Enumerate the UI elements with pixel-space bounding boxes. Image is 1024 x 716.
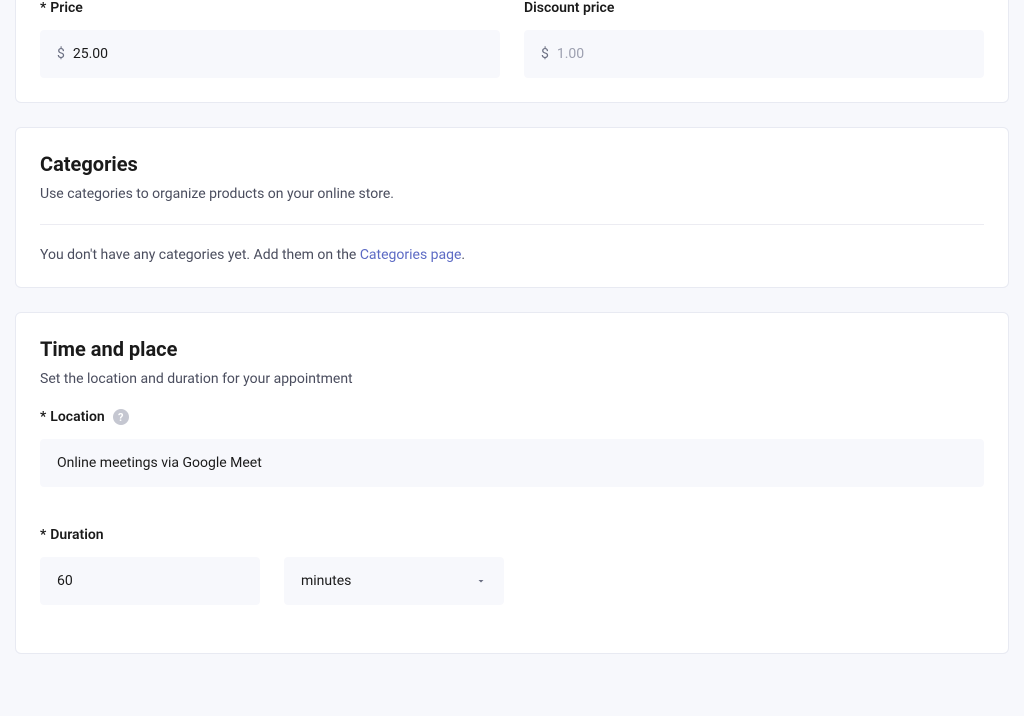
discount-price-label: Discount price [524,0,984,16]
price-label-text: Price [50,0,83,16]
required-indicator: * [40,527,46,543]
duration-value-input[interactable]: 60 [40,557,260,605]
categories-empty-text: You don't have any categories yet. Add t… [40,247,984,263]
location-value: Online meetings via Google Meet [57,455,262,471]
discount-price-input[interactable]: $ 1.00 [524,30,984,78]
duration-label: * Duration [40,527,984,543]
price-label: * Price [40,0,500,16]
discount-price-placeholder: 1.00 [557,46,584,62]
duration-unit-value: minutes [301,573,351,589]
categories-empty-prefix: You don't have any categories yet. Add t… [40,247,360,263]
price-input[interactable]: $ 25.00 [40,30,500,78]
categories-desc: Use categories to organize products on y… [40,186,984,202]
duration-value: 60 [57,573,73,589]
location-input[interactable]: Online meetings via Google Meet [40,439,984,487]
time-place-card: Time and place Set the location and dura… [15,312,1009,654]
discount-price-label-text: Discount price [524,0,614,16]
help-icon[interactable]: ? [113,409,129,425]
time-place-title: Time and place [40,337,984,361]
categories-title: Categories [40,152,984,176]
currency-prefix: $ [541,46,549,62]
time-place-desc: Set the location and duration for your a… [40,371,984,387]
divider [40,224,984,225]
categories-empty-suffix: . [461,247,465,263]
chevron-down-icon [475,575,487,587]
required-indicator: * [40,409,46,425]
location-label: * Location ? [40,409,984,425]
duration-label-text: Duration [50,527,103,543]
duration-unit-select[interactable]: minutes [284,557,504,605]
categories-page-link[interactable]: Categories page [360,247,462,263]
price-value: 25.00 [73,46,108,62]
currency-prefix: $ [57,46,65,62]
location-label-text: Location [50,409,104,425]
required-indicator: * [40,0,46,16]
pricing-card: * Price $ 25.00 Discount price $ 1.00 [15,0,1009,103]
categories-card: Categories Use categories to organize pr… [15,127,1009,288]
